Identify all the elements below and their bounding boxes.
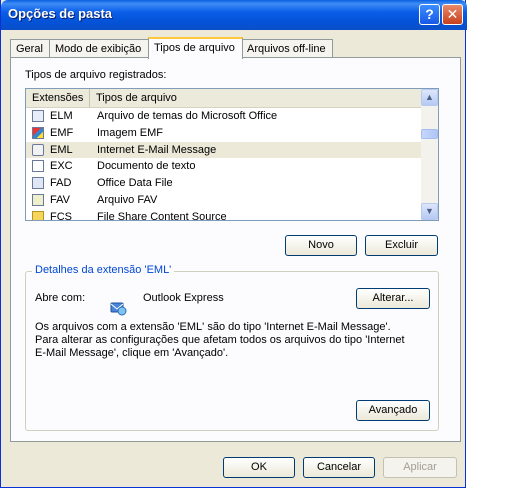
list-scrollbar[interactable]: ▲ ▼ <box>421 89 438 220</box>
list-item[interactable]: EXC Documento de texto <box>26 158 422 175</box>
list-item[interactable]: ELM Arquivo de temas do Microsoft Office <box>26 108 422 125</box>
help-button[interactable]: ? <box>419 4 440 25</box>
list-item[interactable]: EMF Imagem EMF <box>26 125 422 142</box>
application-name: Outlook Express <box>143 292 224 304</box>
help-icon: ? <box>425 6 434 22</box>
extension-details-legend: Detalhes da extensão 'EML' <box>32 264 175 276</box>
close-icon: ✕ <box>446 6 459 22</box>
list-item-selected[interactable]: EML Internet E-Mail Message <box>26 141 422 159</box>
column-header-file-types[interactable]: Tipos de arquivo <box>90 89 422 107</box>
tab-file-types[interactable]: Tipos de arquivo <box>148 37 243 59</box>
cancel-button[interactable]: Cancelar <box>303 457 375 478</box>
row-type: File Share Content Source <box>97 210 227 221</box>
close-button[interactable]: ✕ <box>442 4 463 25</box>
file-icon <box>32 193 44 206</box>
row-type: Arquivo FAV <box>97 193 158 206</box>
extension-description: Os arquivos com a extensão 'EML' são do … <box>35 321 405 359</box>
advanced-button[interactable]: Avançado <box>356 400 430 421</box>
data-file-icon <box>32 177 44 190</box>
row-type: Office Data File <box>97 177 173 190</box>
row-extension: EXC <box>50 160 73 173</box>
scroll-thumb[interactable] <box>421 129 438 139</box>
file-types-list[interactable]: Extensões Tipos de arquivo ELM Arquivo d… <box>25 88 439 221</box>
row-extension: FAV <box>50 193 70 206</box>
row-type: Imagem EMF <box>97 126 164 139</box>
row-extension: ELM <box>50 110 73 122</box>
email-message-icon <box>32 143 44 156</box>
scroll-down-button[interactable]: ▼ <box>421 203 438 220</box>
office-theme-icon <box>32 110 44 122</box>
title-bar[interactable]: Opções de pasta ? ✕ <box>1 0 467 30</box>
row-extension: EML <box>50 143 73 156</box>
window-title: Opções de pasta <box>8 6 113 21</box>
row-type: Internet E-Mail Message <box>97 143 217 156</box>
text-document-icon <box>32 160 44 173</box>
ok-button[interactable]: OK <box>223 457 295 478</box>
list-item[interactable]: FAV Arquivo FAV <box>26 192 422 209</box>
tab-offline-files[interactable]: Arquivos off-line <box>241 39 333 57</box>
image-icon <box>32 126 44 139</box>
scroll-up-button[interactable]: ▲ <box>421 89 438 106</box>
row-type: Documento de texto <box>97 160 196 173</box>
tab-general[interactable]: Geral <box>10 39 50 57</box>
folder-options-dialog: Opções de pasta ? ✕ Geral Modo de exibiç… <box>0 0 467 488</box>
tab-view-mode[interactable]: Modo de exibição <box>49 39 150 57</box>
row-extension: EMF <box>50 126 74 139</box>
list-rows: ELM Arquivo de temas do Microsoft Office… <box>26 108 422 221</box>
row-type: Arquivo de temas do Microsoft Office <box>97 110 278 122</box>
column-header-extensions[interactable]: Extensões <box>26 89 90 107</box>
list-item[interactable]: FCS File Share Content Source <box>26 209 422 221</box>
change-button[interactable]: Alterar... <box>356 288 430 309</box>
folder-icon <box>32 210 44 220</box>
row-extension: FCS <box>50 210 72 221</box>
row-extension: FAD <box>50 177 72 190</box>
new-button[interactable]: Novo <box>285 235 357 256</box>
list-item[interactable]: FAD Office Data File <box>26 175 422 192</box>
delete-button[interactable]: Excluir <box>365 235 438 256</box>
apply-button[interactable]: Aplicar <box>383 457 457 478</box>
registered-types-label: Tipos de arquivo registrados: <box>25 69 167 81</box>
outlook-express-icon <box>110 302 127 316</box>
opens-with-label: Abre com: <box>35 292 86 304</box>
list-header: Extensões Tipos de arquivo <box>26 89 422 108</box>
